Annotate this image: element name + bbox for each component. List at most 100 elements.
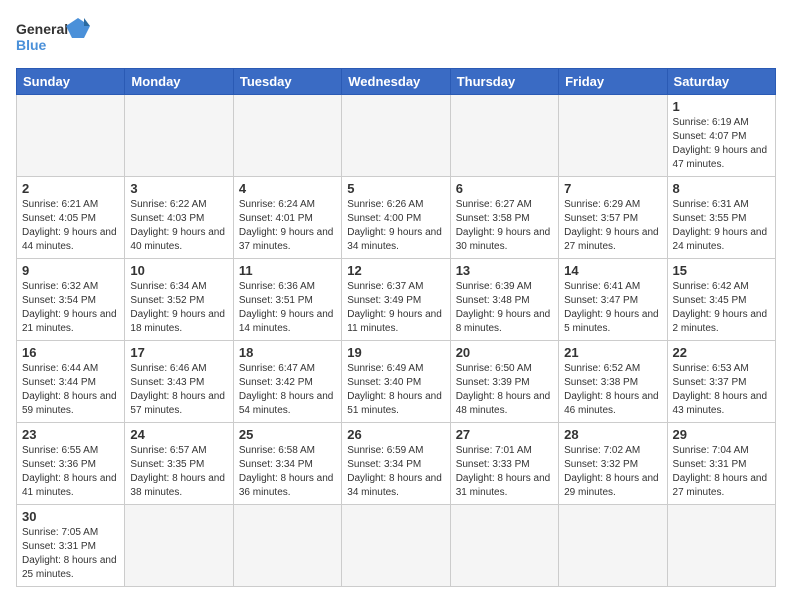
weekday-header-saturday: Saturday bbox=[667, 69, 775, 95]
day-number: 23 bbox=[22, 427, 119, 442]
day-number: 21 bbox=[564, 345, 661, 360]
day-info: Sunrise: 6:29 AM Sunset: 3:57 PM Dayligh… bbox=[564, 198, 661, 254]
day-info: Sunrise: 6:26 AM Sunset: 4:00 PM Dayligh… bbox=[347, 198, 444, 254]
day-number: 16 bbox=[22, 345, 119, 360]
weekday-header-friday: Friday bbox=[559, 69, 667, 95]
calendar-cell: 8Sunrise: 6:31 AM Sunset: 3:55 PM Daylig… bbox=[667, 177, 775, 259]
day-info: Sunrise: 6:39 AM Sunset: 3:48 PM Dayligh… bbox=[456, 280, 553, 336]
day-info: Sunrise: 7:01 AM Sunset: 3:33 PM Dayligh… bbox=[456, 444, 553, 500]
weekday-header-row: SundayMondayTuesdayWednesdayThursdayFrid… bbox=[17, 69, 776, 95]
day-number: 30 bbox=[22, 509, 119, 524]
day-number: 7 bbox=[564, 181, 661, 196]
day-info: Sunrise: 6:32 AM Sunset: 3:54 PM Dayligh… bbox=[22, 280, 119, 336]
calendar-cell bbox=[667, 505, 775, 587]
day-number: 9 bbox=[22, 263, 119, 278]
day-number: 24 bbox=[130, 427, 227, 442]
calendar-cell: 13 Sunrise: 6:39 AM Sunset: 3:48 PM Dayli… bbox=[450, 259, 558, 341]
calendar-cell: 26 Sunrise: 6:59 AM Sunset: 3:34 PM Dayli… bbox=[342, 423, 450, 505]
svg-text:General: General bbox=[16, 21, 68, 37]
day-number: 13 bbox=[456, 263, 553, 278]
calendar-cell: 28 Sunrise: 7:02 AM Sunset: 3:32 PM Dayli… bbox=[559, 423, 667, 505]
calendar-cell: 6Sunrise: 6:27 AM Sunset: 3:58 PM Daylig… bbox=[450, 177, 558, 259]
calendar-cell: 23 Sunrise: 6:55 AM Sunset: 3:36 PM Dayli… bbox=[17, 423, 125, 505]
day-info: Sunrise: 6:41 AM Sunset: 3:47 PM Dayligh… bbox=[564, 280, 661, 336]
calendar-week-5: 23 Sunrise: 6:55 AM Sunset: 3:36 PM Dayli… bbox=[17, 423, 776, 505]
day-info: Sunrise: 7:04 AM Sunset: 3:31 PM Dayligh… bbox=[673, 444, 770, 500]
day-number: 1 bbox=[673, 99, 770, 114]
day-info: Sunrise: 6:36 AM Sunset: 3:51 PM Dayligh… bbox=[239, 280, 336, 336]
calendar-cell: 17 Sunrise: 6:46 AM Sunset: 3:43 PM Dayli… bbox=[125, 341, 233, 423]
day-info: Sunrise: 6:19 AM Sunset: 4:07 PM Dayligh… bbox=[673, 116, 770, 172]
calendar-cell: 16Sunrise: 6:44 AM Sunset: 3:44 PM Dayli… bbox=[17, 341, 125, 423]
calendar-week-2: 2 Sunrise: 6:21 AM Sunset: 4:05 PM Daylig… bbox=[17, 177, 776, 259]
calendar-cell bbox=[342, 95, 450, 177]
calendar-cell: 7 Sunrise: 6:29 AM Sunset: 3:57 PM Daylig… bbox=[559, 177, 667, 259]
calendar-cell: 4 Sunrise: 6:24 AM Sunset: 4:01 PM Daylig… bbox=[233, 177, 341, 259]
day-number: 8 bbox=[673, 181, 770, 196]
day-number: 2 bbox=[22, 181, 119, 196]
day-number: 15 bbox=[673, 263, 770, 278]
calendar-cell bbox=[17, 95, 125, 177]
general-blue-logo-icon: General Blue bbox=[16, 16, 96, 60]
day-info: Sunrise: 6:34 AM Sunset: 3:52 PM Dayligh… bbox=[130, 280, 227, 336]
calendar-cell: 9 Sunrise: 6:32 AM Sunset: 3:54 PM Daylig… bbox=[17, 259, 125, 341]
weekday-header-tuesday: Tuesday bbox=[233, 69, 341, 95]
day-info: Sunrise: 6:59 AM Sunset: 3:34 PM Dayligh… bbox=[347, 444, 444, 500]
day-info: Sunrise: 6:37 AM Sunset: 3:49 PM Dayligh… bbox=[347, 280, 444, 336]
day-info: Sunrise: 6:52 AM Sunset: 3:38 PM Dayligh… bbox=[564, 362, 661, 418]
day-info: Sunrise: 6:50 AM Sunset: 3:39 PM Dayligh… bbox=[456, 362, 553, 418]
day-info: Sunrise: 6:58 AM Sunset: 3:34 PM Dayligh… bbox=[239, 444, 336, 500]
calendar-cell: 25 Sunrise: 6:58 AM Sunset: 3:34 PM Dayli… bbox=[233, 423, 341, 505]
weekday-header-thursday: Thursday bbox=[450, 69, 558, 95]
day-info: Sunrise: 7:02 AM Sunset: 3:32 PM Dayligh… bbox=[564, 444, 661, 500]
day-number: 25 bbox=[239, 427, 336, 442]
day-number: 28 bbox=[564, 427, 661, 442]
calendar-cell bbox=[125, 95, 233, 177]
weekday-header-wednesday: Wednesday bbox=[342, 69, 450, 95]
calendar-cell: 3Sunrise: 6:22 AM Sunset: 4:03 PM Daylig… bbox=[125, 177, 233, 259]
day-number: 26 bbox=[347, 427, 444, 442]
calendar-week-3: 9 Sunrise: 6:32 AM Sunset: 3:54 PM Daylig… bbox=[17, 259, 776, 341]
day-info: Sunrise: 6:21 AM Sunset: 4:05 PM Dayligh… bbox=[22, 198, 119, 254]
day-number: 20 bbox=[456, 345, 553, 360]
svg-text:Blue: Blue bbox=[16, 37, 47, 53]
calendar-week-4: 16Sunrise: 6:44 AM Sunset: 3:44 PM Dayli… bbox=[17, 341, 776, 423]
day-info: Sunrise: 6:46 AM Sunset: 3:43 PM Dayligh… bbox=[130, 362, 227, 418]
calendar-cell bbox=[233, 95, 341, 177]
header: General Blue bbox=[16, 16, 776, 60]
day-info: Sunrise: 6:22 AM Sunset: 4:03 PM Dayligh… bbox=[130, 198, 227, 254]
day-number: 29 bbox=[673, 427, 770, 442]
day-info: Sunrise: 6:42 AM Sunset: 3:45 PM Dayligh… bbox=[673, 280, 770, 336]
calendar-week-1: 1 Sunrise: 6:19 AM Sunset: 4:07 PM Daylig… bbox=[17, 95, 776, 177]
day-number: 10 bbox=[130, 263, 227, 278]
day-info: Sunrise: 6:24 AM Sunset: 4:01 PM Dayligh… bbox=[239, 198, 336, 254]
day-number: 5 bbox=[347, 181, 444, 196]
logo: General Blue bbox=[16, 16, 96, 60]
calendar-cell bbox=[450, 505, 558, 587]
calendar-cell: 24 Sunrise: 6:57 AM Sunset: 3:35 PM Dayli… bbox=[125, 423, 233, 505]
calendar-cell: 30 Sunrise: 7:05 AM Sunset: 3:31 PM Dayli… bbox=[17, 505, 125, 587]
calendar-cell: 19Sunrise: 6:49 AM Sunset: 3:40 PM Dayli… bbox=[342, 341, 450, 423]
day-number: 22 bbox=[673, 345, 770, 360]
calendar-cell: 29 Sunrise: 7:04 AM Sunset: 3:31 PM Dayli… bbox=[667, 423, 775, 505]
calendar-cell bbox=[342, 505, 450, 587]
day-number: 6 bbox=[456, 181, 553, 196]
day-number: 4 bbox=[239, 181, 336, 196]
calendar-cell bbox=[450, 95, 558, 177]
day-number: 19 bbox=[347, 345, 444, 360]
day-info: Sunrise: 6:55 AM Sunset: 3:36 PM Dayligh… bbox=[22, 444, 119, 500]
day-info: Sunrise: 6:57 AM Sunset: 3:35 PM Dayligh… bbox=[130, 444, 227, 500]
calendar-cell: 15 Sunrise: 6:42 AM Sunset: 3:45 PM Dayli… bbox=[667, 259, 775, 341]
day-number: 27 bbox=[456, 427, 553, 442]
day-number: 11 bbox=[239, 263, 336, 278]
day-info: Sunrise: 7:05 AM Sunset: 3:31 PM Dayligh… bbox=[22, 526, 119, 582]
calendar-week-6: 30 Sunrise: 7:05 AM Sunset: 3:31 PM Dayli… bbox=[17, 505, 776, 587]
weekday-header-sunday: Sunday bbox=[17, 69, 125, 95]
day-number: 12 bbox=[347, 263, 444, 278]
calendar-cell: 21 Sunrise: 6:52 AM Sunset: 3:38 PM Dayli… bbox=[559, 341, 667, 423]
calendar-cell: 10 Sunrise: 6:34 AM Sunset: 3:52 PM Dayli… bbox=[125, 259, 233, 341]
calendar-cell: 14Sunrise: 6:41 AM Sunset: 3:47 PM Dayli… bbox=[559, 259, 667, 341]
calendar-cell bbox=[559, 505, 667, 587]
calendar-cell: 22Sunrise: 6:53 AM Sunset: 3:37 PM Dayli… bbox=[667, 341, 775, 423]
day-number: 17 bbox=[130, 345, 227, 360]
